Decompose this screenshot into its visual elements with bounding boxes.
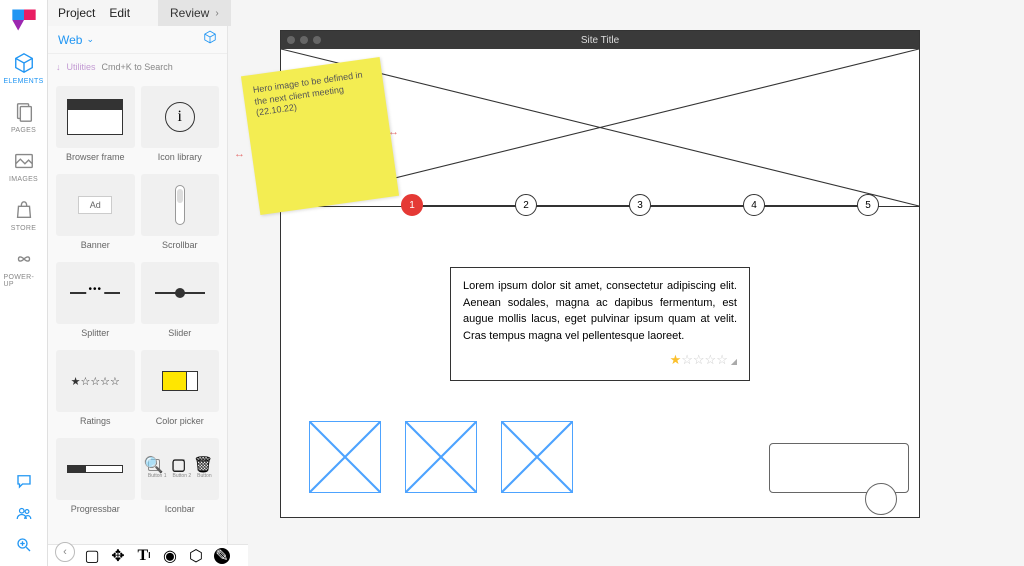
team-icon[interactable] bbox=[15, 504, 33, 522]
star-icon: ☆ bbox=[693, 352, 705, 367]
sidebar-powerup[interactable]: POWER-UP bbox=[4, 248, 44, 288]
view-mode-icon[interactable] bbox=[203, 30, 217, 49]
cube-icon bbox=[13, 52, 35, 74]
step-2[interactable]: 2 bbox=[515, 194, 537, 216]
back-button[interactable]: ‹ bbox=[55, 542, 75, 562]
sidebar-label: STORE bbox=[11, 225, 37, 232]
chevron-left-icon: ‹ bbox=[63, 546, 67, 558]
traffic-light-icon bbox=[287, 36, 295, 44]
element-banner[interactable]: Ad bbox=[56, 174, 135, 236]
target-tool-icon[interactable]: ◉ bbox=[162, 548, 178, 564]
menu-review[interactable]: Review › bbox=[158, 0, 231, 26]
brush-tool-icon[interactable]: ✎ bbox=[214, 548, 230, 564]
sidebar-pages[interactable]: PAGES bbox=[4, 101, 44, 134]
sort-icon: ↓ bbox=[56, 62, 61, 72]
infinity-icon bbox=[13, 248, 35, 270]
element-slider[interactable] bbox=[141, 262, 220, 324]
step-5[interactable]: 5 bbox=[857, 194, 879, 216]
speech-bubble[interactable] bbox=[769, 443, 909, 493]
sticky-note[interactable]: Hero image to be defined in the next cli… bbox=[241, 57, 399, 215]
star-icon: ☆ bbox=[681, 352, 693, 367]
image-placeholder[interactable] bbox=[501, 421, 573, 493]
panel-header: Web⌄ bbox=[48, 26, 227, 54]
search-placeholder: Cmd+K to Search bbox=[102, 62, 173, 72]
sidebar-elements[interactable]: ELEMENTS bbox=[4, 52, 44, 85]
step-4[interactable]: 4 bbox=[743, 194, 765, 216]
menu-project[interactable]: Project bbox=[58, 6, 95, 20]
resize-handle-icon: ◢ bbox=[731, 357, 737, 366]
panel-search[interactable]: ↓ Utilities Cmd+K to Search bbox=[48, 54, 227, 80]
window-title: Site Title bbox=[581, 35, 619, 46]
sidebar-label: IMAGES bbox=[9, 176, 38, 183]
app-logo bbox=[10, 6, 38, 34]
images-icon bbox=[13, 150, 35, 172]
element-splitter[interactable] bbox=[56, 262, 135, 324]
traffic-light-icon bbox=[313, 36, 321, 44]
menu-edit[interactable]: Edit bbox=[109, 6, 130, 20]
traffic-light-icon bbox=[300, 36, 308, 44]
element-scrollbar[interactable] bbox=[141, 174, 220, 236]
elements-panel: Web⌄ ↓ Utilities Cmd+K to Search Browser… bbox=[48, 26, 228, 544]
category-selector[interactable]: Web⌄ bbox=[58, 33, 94, 47]
step-1[interactable]: 1 bbox=[401, 194, 423, 216]
sidebar-label: ELEMENTS bbox=[3, 78, 43, 85]
chevron-down-icon: ⌄ bbox=[86, 34, 94, 45]
element-progressbar[interactable] bbox=[56, 438, 135, 500]
icon-sidebar: ELEMENTS PAGES IMAGES STORE POWER-UP bbox=[0, 0, 48, 566]
element-ratings[interactable]: ★☆☆☆☆ bbox=[56, 350, 135, 412]
step-3[interactable]: 3 bbox=[629, 194, 651, 216]
star-icon: ★ bbox=[670, 352, 682, 367]
window-titlebar[interactable]: Site Title bbox=[281, 31, 919, 49]
sidebar-label: PAGES bbox=[11, 127, 36, 134]
image-placeholder[interactable] bbox=[309, 421, 381, 493]
utilities-label: Utilities bbox=[67, 62, 96, 72]
snap-arrow-icon: ↔ bbox=[234, 148, 245, 160]
image-placeholder[interactable] bbox=[405, 421, 477, 493]
body-textblock[interactable]: Lorem ipsum dolor sit amet, consectetur … bbox=[450, 267, 750, 381]
sidebar-label: POWER-UP bbox=[4, 274, 44, 288]
element-color-picker[interactable] bbox=[141, 350, 220, 412]
bottom-toolbar: ☺ ▢ ✥ TI ◉ ⬡ ✎ bbox=[48, 544, 248, 566]
bag-icon bbox=[13, 199, 35, 221]
move-tool-icon[interactable]: ✥ bbox=[110, 548, 126, 564]
rating-widget[interactable]: ★☆☆☆☆◢ bbox=[463, 350, 737, 370]
sidebar-store[interactable]: STORE bbox=[4, 199, 44, 232]
star-icon: ☆ bbox=[705, 352, 717, 367]
star-icon: ☆ bbox=[716, 352, 728, 367]
element-browser-frame[interactable] bbox=[56, 86, 135, 148]
component-tool-icon[interactable]: ⬡ bbox=[188, 548, 204, 564]
zoom-icon[interactable] bbox=[15, 536, 33, 554]
element-icon-library[interactable]: i bbox=[141, 86, 220, 148]
chevron-right-icon: › bbox=[215, 8, 218, 19]
element-iconbar[interactable]: 🔍Button 1 ▢Button 2 🗑Button bbox=[141, 438, 220, 500]
text-tool-icon[interactable]: TI bbox=[136, 548, 152, 564]
sidebar-images[interactable]: IMAGES bbox=[4, 150, 44, 183]
pages-icon bbox=[13, 101, 35, 123]
rect-tool-icon[interactable]: ▢ bbox=[84, 548, 100, 564]
chat-icon[interactable] bbox=[15, 472, 33, 490]
